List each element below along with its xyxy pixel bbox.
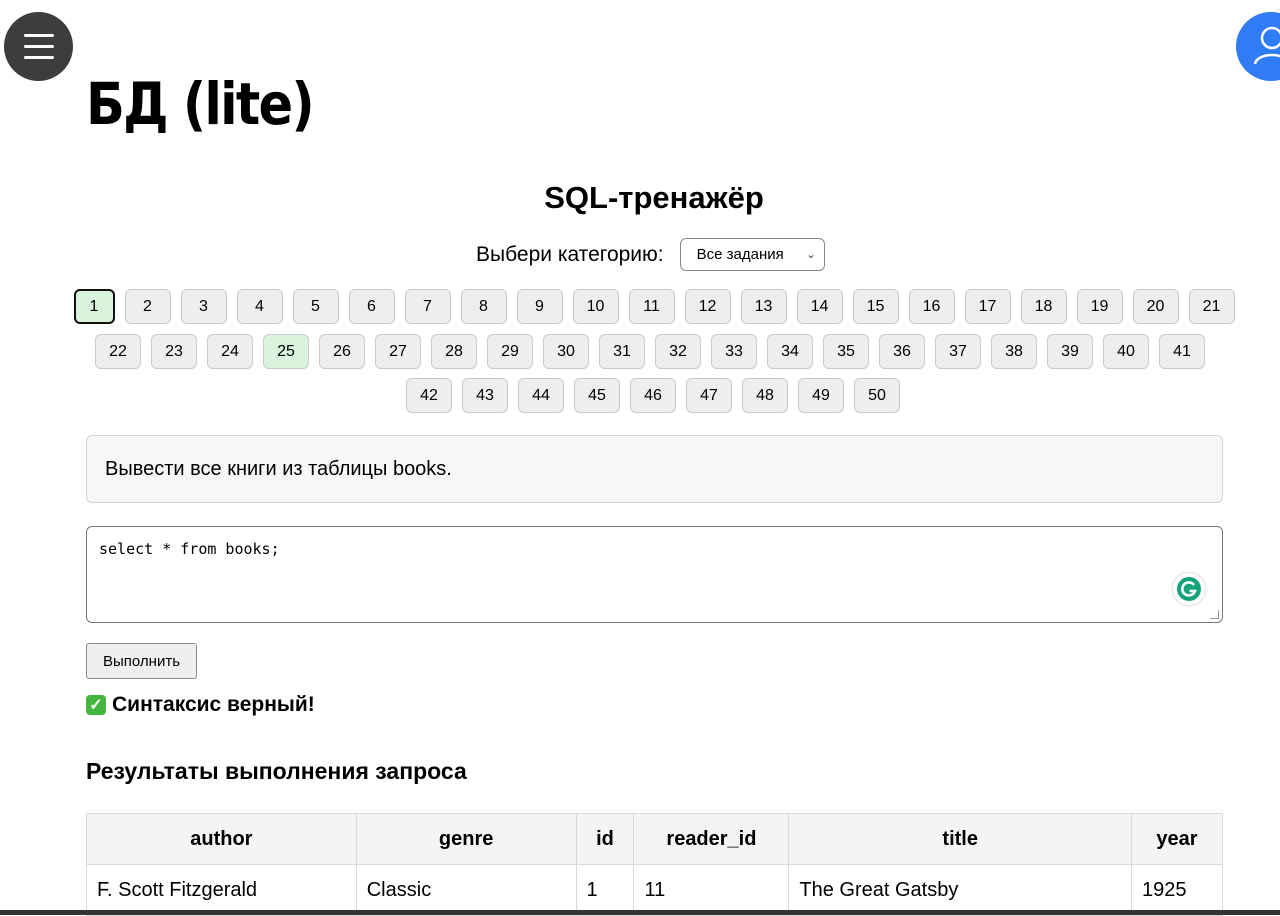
task-button-20[interactable]: 20 [1132, 289, 1179, 324]
table-header-row: author genre id reader_id title year [86, 813, 1223, 865]
task-button-16[interactable]: 16 [908, 289, 955, 324]
task-button-26[interactable]: 26 [319, 334, 365, 369]
task-button-21[interactable]: 21 [1188, 289, 1235, 324]
check-icon: ✓ [86, 695, 106, 715]
table-cell: 1925 [1131, 864, 1223, 916]
task-button-49[interactable]: 49 [798, 378, 844, 413]
task-button-36[interactable]: 36 [879, 334, 925, 369]
table-cell: F. Scott Fitzgerald [86, 864, 357, 916]
task-button-15[interactable]: 15 [852, 289, 899, 324]
task-row-2: 22 23 24 25 26 27 28 29 30 31 32 33 34 35 36 37 38 39 40 41 [0, 334, 1280, 369]
task-button-41[interactable]: 41 [1159, 334, 1205, 369]
task-button-29[interactable]: 29 [487, 334, 533, 369]
task-button-27[interactable]: 27 [375, 334, 421, 369]
task-row-1: 1 2 3 4 5 6 7 8 9 10 11 12 13 14 15 16 17 18 19 20 21 [0, 289, 1280, 324]
task-button-23[interactable]: 23 [151, 334, 197, 369]
table-cell: 1 [575, 864, 635, 916]
task-button-10[interactable]: 10 [572, 289, 619, 324]
menu-icon-line [23, 34, 54, 37]
task-button-31[interactable]: 31 [599, 334, 645, 369]
task-button-12[interactable]: 12 [684, 289, 731, 324]
task-button-35[interactable]: 35 [823, 334, 869, 369]
grammarly-logo [1177, 577, 1201, 601]
task-button-14[interactable]: 14 [796, 289, 843, 324]
menu-button[interactable] [4, 12, 73, 81]
task-button-42[interactable]: 42 [406, 378, 452, 413]
table-cell: Classic [355, 864, 577, 916]
task-button-19[interactable]: 19 [1076, 289, 1123, 324]
task-button-44[interactable]: 44 [518, 378, 564, 413]
task-button-6[interactable]: 6 [348, 289, 395, 324]
run-button[interactable]: Выполнить [86, 643, 197, 679]
task-button-34[interactable]: 34 [767, 334, 813, 369]
column-header: author [86, 813, 357, 865]
task-button-11[interactable]: 11 [628, 289, 675, 324]
task-button-32[interactable]: 32 [655, 334, 701, 369]
task-button-22[interactable]: 22 [95, 334, 141, 369]
bottom-edge [0, 910, 1280, 915]
task-row-3: 42 43 44 45 46 47 48 49 50 [0, 378, 1280, 413]
results-title: Результаты выполнения запроса [86, 758, 467, 784]
menu-icon-line [23, 56, 54, 59]
task-button-38[interactable]: 38 [991, 334, 1037, 369]
user-icon [1253, 26, 1280, 65]
task-button-8[interactable]: 8 [460, 289, 507, 324]
column-header: genre [355, 813, 577, 865]
task-button-46[interactable]: 46 [630, 378, 676, 413]
chevron-down-icon: ⌄ [806, 249, 816, 261]
syntax-message: Синтаксис верный! [112, 693, 315, 716]
task-button-43[interactable]: 43 [462, 378, 508, 413]
task-button-18[interactable]: 18 [1020, 289, 1067, 324]
task-button-48[interactable]: 48 [742, 378, 788, 413]
grammarly-icon[interactable] [1173, 573, 1205, 605]
task-button-47[interactable]: 47 [686, 378, 732, 413]
task-text: Вывести все книги из таблицы books. [105, 457, 452, 480]
results-table: author genre id reader_id title year F. … [86, 813, 1223, 916]
task-button-13[interactable]: 13 [740, 289, 787, 324]
sql-input[interactable]: select * from books; [86, 526, 1223, 623]
category-label: Выбери категорию: [476, 242, 664, 266]
column-header: id [575, 813, 635, 865]
table-row: F. Scott Fitzgerald Classic 1 11 The Gre… [86, 864, 1223, 916]
task-button-2[interactable]: 2 [124, 289, 171, 324]
page-title: БД (lite) [86, 70, 315, 138]
task-button-45[interactable]: 45 [574, 378, 620, 413]
category-select[interactable]: Все задания ⌄ [679, 238, 825, 271]
column-header: year [1131, 813, 1223, 865]
table-cell: The Great Gatsby [788, 864, 1132, 916]
task-button-1[interactable]: 1 [73, 289, 115, 324]
task-button-9[interactable]: 9 [516, 289, 563, 324]
task-button-4[interactable]: 4 [236, 289, 283, 324]
task-button-7[interactable]: 7 [404, 289, 451, 324]
task-button-50[interactable]: 50 [854, 378, 900, 413]
table-cell: 11 [633, 864, 790, 916]
column-header: reader_id [633, 813, 790, 865]
task-button-3[interactable]: 3 [180, 289, 227, 324]
task-button-5[interactable]: 5 [292, 289, 339, 324]
task-button-25[interactable]: 25 [263, 334, 309, 369]
profile-button[interactable] [1236, 12, 1280, 81]
task-button-39[interactable]: 39 [1047, 334, 1093, 369]
task-description: Вывести все книги из таблицы books. [86, 435, 1223, 503]
category-row: Выбери категорию: Все задания ⌄ [476, 238, 825, 271]
task-button-17[interactable]: 17 [964, 289, 1011, 324]
task-button-40[interactable]: 40 [1103, 334, 1149, 369]
task-button-33[interactable]: 33 [711, 334, 757, 369]
trainer-title: SQL-тренажёр [544, 180, 764, 215]
sql-input-value: select * from books; [99, 540, 280, 558]
resize-handle[interactable] [1210, 610, 1219, 619]
syntax-status: ✓ Синтаксис верный! [86, 693, 315, 717]
task-button-28[interactable]: 28 [431, 334, 477, 369]
category-selected-value: Все задания [696, 246, 784, 263]
task-button-24[interactable]: 24 [207, 334, 253, 369]
column-header: title [788, 813, 1132, 865]
menu-icon-line [23, 45, 54, 48]
task-button-30[interactable]: 30 [543, 334, 589, 369]
task-button-37[interactable]: 37 [935, 334, 981, 369]
